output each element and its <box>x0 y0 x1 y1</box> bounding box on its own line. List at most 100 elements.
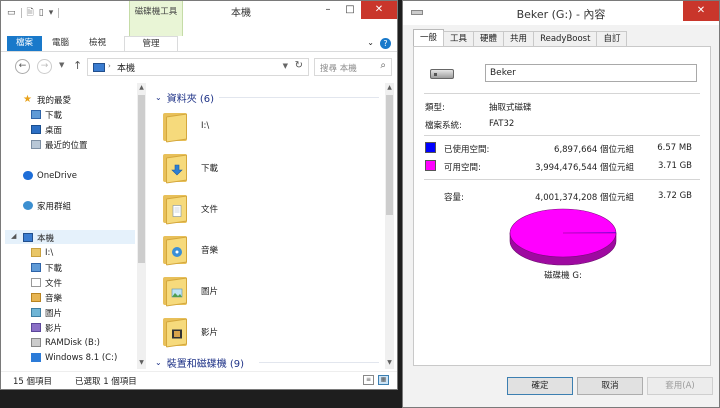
customize-toolbar-chevron-icon[interactable]: ▾ <box>49 8 54 18</box>
nav-item-music[interactable]: 音樂 <box>31 291 62 304</box>
close-button[interactable]: ✕ <box>683 1 719 21</box>
group-header-devices[interactable]: ⌄ 裝置和磁碟機 (9) <box>155 355 244 369</box>
minimize-button[interactable]: – <box>317 1 339 19</box>
type-value: 抽取式磁碟 <box>489 103 532 113</box>
folder-item-downloads[interactable]: 下載 <box>163 150 283 186</box>
dialog-title: Beker (G:) - 內容 <box>516 8 606 21</box>
details-view-icon[interactable]: ≡ <box>363 375 374 385</box>
group-divider <box>219 97 379 98</box>
nav-pane-scrollbar[interactable]: ▲ ▼ <box>137 83 146 369</box>
nav-item-ramdisk[interactable]: RAMDisk (B:) <box>31 336 100 349</box>
free-space-size: 3.71 GB <box>657 161 692 171</box>
downloads-icon <box>31 110 41 119</box>
nav-label: OneDrive <box>37 170 77 181</box>
search-box[interactable]: 搜尋 本機 ⌕ <box>314 58 392 76</box>
nav-item-i-drive[interactable]: I:\ <box>31 246 53 259</box>
nav-this-pc[interactable]: 本機 <box>23 231 54 244</box>
folder-item-documents[interactable]: 文件 <box>163 191 283 227</box>
nav-favorites[interactable]: ★ 我的最愛 <box>23 93 71 106</box>
tab-hardware[interactable]: 硬體 <box>473 31 505 46</box>
nav-label: 下載 <box>45 263 63 274</box>
this-pc-icon <box>93 63 105 72</box>
content-scrollbar[interactable]: ▲ ▼ <box>385 83 394 369</box>
tab-customize[interactable]: 自訂 <box>596 31 628 46</box>
nav-label: 家用群組 <box>37 201 72 212</box>
collapse-arrow-icon[interactable]: ◢ <box>11 232 16 240</box>
address-bar[interactable]: › 本機 ▼ ↻ <box>87 58 309 76</box>
nav-scroll-thumb[interactable] <box>138 95 145 263</box>
tab-computer[interactable]: 電腦 <box>42 36 79 51</box>
up-arrow-icon[interactable]: ↑ <box>73 59 82 72</box>
new-folder-icon[interactable]: ▯ <box>39 8 44 18</box>
folder-label: 影片 <box>201 328 219 338</box>
folder-icon <box>163 111 187 143</box>
tab-file[interactable]: 檔案 <box>7 36 43 51</box>
documents-folder-icon <box>163 193 187 225</box>
cloud-icon <box>23 171 33 180</box>
nav-item-windows-drive[interactable]: Windows 8.1 (C:) <box>31 351 117 364</box>
scroll-up-arrow-icon[interactable]: ▲ <box>137 84 146 91</box>
refresh-icon[interactable]: ↻ <box>295 60 303 71</box>
recent-locations-chevron-icon[interactable]: ▼ <box>59 61 64 69</box>
nav-item-downloads[interactable]: 下載 <box>31 261 62 274</box>
scroll-up-arrow-icon[interactable]: ▲ <box>385 84 394 91</box>
maximize-button[interactable]: □ <box>339 1 361 19</box>
apply-button[interactable]: 套用(A) <box>647 377 713 395</box>
folder-item-music[interactable]: 音樂 <box>163 232 283 268</box>
tab-general[interactable]: 一般 <box>413 29 445 46</box>
nav-item-videos[interactable]: 影片 <box>31 321 62 334</box>
nav-item-downloads[interactable]: 下載 <box>31 108 62 121</box>
nav-label: 下載 <box>45 110 63 121</box>
back-arrow-icon[interactable]: ← <box>15 59 30 74</box>
dialog-title-bar: Beker (G:) - 內容 ✕ <box>403 1 719 25</box>
group-header-folders[interactable]: ⌄ 資料夾 (6) <box>155 90 214 105</box>
help-icon[interactable]: ? <box>380 38 391 49</box>
drive-tools-label: 磁碟機工具 <box>134 7 178 17</box>
nav-label: 最近的位置 <box>45 140 88 151</box>
selection-count: 已選取 1 個項目 <box>75 377 137 387</box>
collapse-chevron-icon[interactable]: ⌄ <box>155 358 162 367</box>
nav-item-recent-places[interactable]: 最近的位置 <box>31 138 88 151</box>
search-placeholder: 搜尋 本機 <box>320 64 357 74</box>
folder-item-pictures[interactable]: 圖片 <box>163 273 283 309</box>
scroll-down-arrow-icon[interactable]: ▼ <box>137 359 146 366</box>
nav-label: 文件 <box>45 278 63 289</box>
collapse-chevron-icon[interactable]: ⌄ <box>155 93 162 102</box>
nav-label: 本機 <box>37 233 55 244</box>
ok-button[interactable]: 確定 <box>507 377 573 395</box>
close-button[interactable]: ✕ <box>361 1 397 19</box>
forward-arrow-icon[interactable]: → <box>37 59 52 74</box>
nav-item-desktop[interactable]: 桌面 <box>31 123 62 136</box>
folder-item-videos[interactable]: 影片 <box>163 314 283 350</box>
nav-homegroup[interactable]: 家用群組 <box>23 199 71 212</box>
nav-onedrive[interactable]: OneDrive <box>23 169 77 182</box>
tab-readyboost[interactable]: ReadyBoost <box>533 31 598 46</box>
tab-sharing[interactable]: 共用 <box>503 31 535 46</box>
search-icon[interactable]: ⌕ <box>380 60 386 71</box>
tab-view[interactable]: 檢視 <box>79 36 116 51</box>
star-icon: ★ <box>23 94 32 105</box>
cancel-button[interactable]: 取消 <box>577 377 643 395</box>
expand-ribbon-chevron-icon[interactable]: ⌄ <box>367 38 374 49</box>
removable-drive-icon <box>430 69 454 79</box>
tab-tools[interactable]: 工具 <box>443 31 475 46</box>
content-scroll-thumb[interactable] <box>386 95 393 215</box>
properties-icon[interactable]: 🗎 <box>27 5 34 21</box>
drive-name-input[interactable]: Beker <box>485 64 697 82</box>
scroll-down-arrow-icon[interactable]: ▼ <box>385 359 394 366</box>
pictures-folder-icon <box>163 275 187 307</box>
divider <box>424 135 700 136</box>
breadcrumb-chevron-icon[interactable]: › <box>108 62 111 70</box>
documents-icon <box>31 278 41 287</box>
nav-item-documents[interactable]: 文件 <box>31 276 62 289</box>
address-text: 本機 <box>117 64 136 74</box>
folder-icon[interactable]: ▭ <box>7 8 16 18</box>
videos-folder-icon <box>163 316 187 348</box>
tiles-view-icon[interactable]: ▦ <box>378 375 389 385</box>
free-space-label: 可用空間: <box>444 163 481 173</box>
tab-manage[interactable]: 管理 <box>124 36 179 51</box>
used-space-size: 6.57 MB <box>657 143 692 153</box>
folder-item-i-drive[interactable]: I:\ <box>163 109 283 145</box>
address-dropdown-icon[interactable]: ▼ <box>283 62 288 70</box>
nav-item-pictures[interactable]: 圖片 <box>31 306 62 319</box>
